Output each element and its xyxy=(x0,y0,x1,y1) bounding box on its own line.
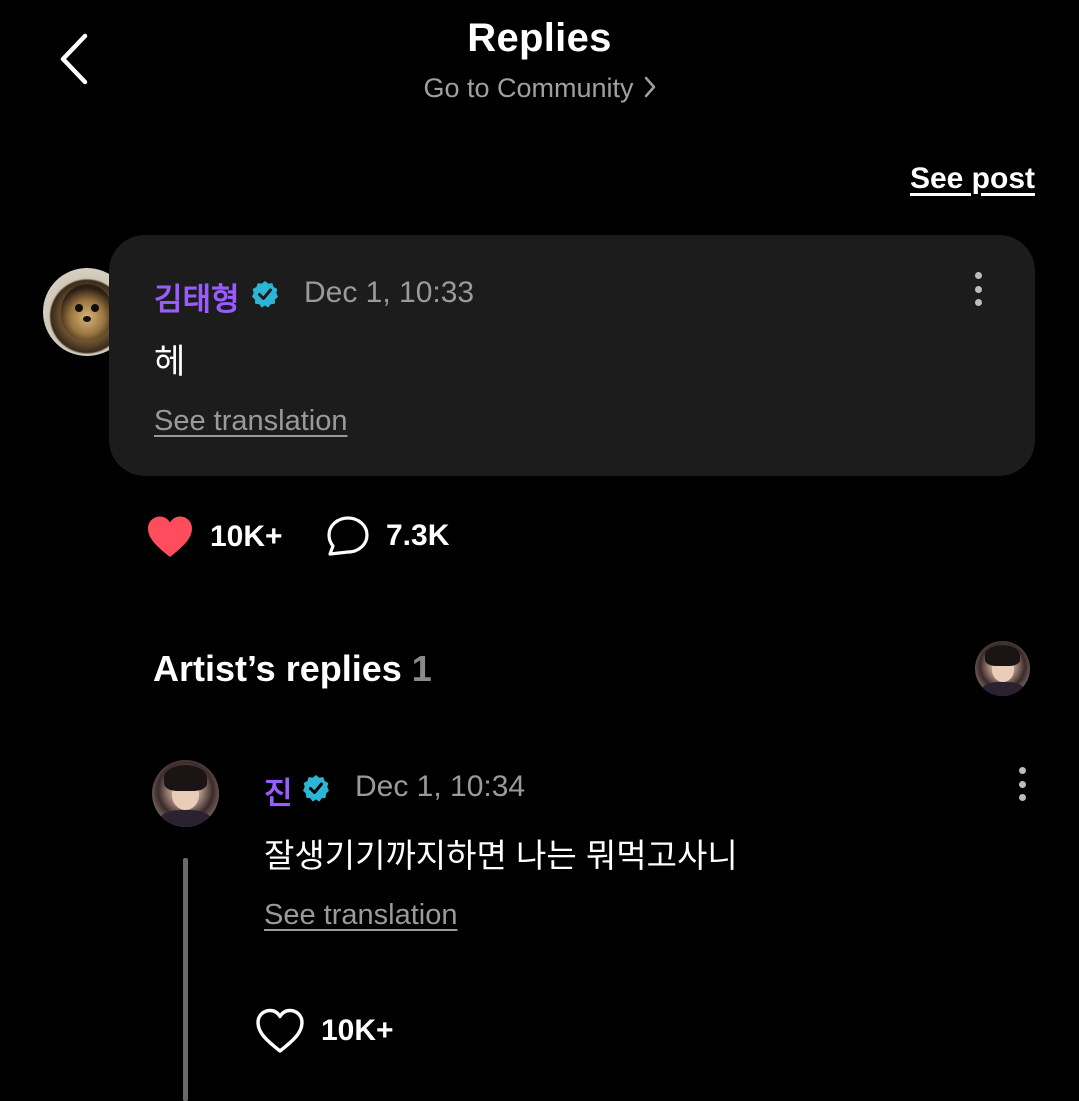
replies-screen: Replies Go to Community See post 김태형 Dec… xyxy=(0,0,1079,1101)
post-timestamp: Dec 1, 10:33 xyxy=(304,276,475,309)
verified-badge-icon xyxy=(302,774,330,802)
page-title: Replies xyxy=(467,16,612,60)
like-button[interactable]: 10K+ xyxy=(146,515,283,559)
avatar[interactable] xyxy=(152,760,219,827)
heart-filled-icon xyxy=(148,516,192,557)
chevron-right-icon xyxy=(644,74,656,105)
post-card xyxy=(109,235,1035,476)
go-to-community-label: Go to Community xyxy=(423,73,634,103)
comment-bubble-icon xyxy=(327,516,369,556)
see-translation-link[interactable]: See translation xyxy=(264,899,457,932)
post-author-name[interactable]: 김태형 xyxy=(154,274,240,319)
reply-count-button[interactable]: 7.3K xyxy=(326,515,449,557)
see-translation-link[interactable]: See translation xyxy=(154,405,347,438)
thread-line xyxy=(183,858,188,1101)
reply-author-name[interactable]: 진 xyxy=(264,768,293,813)
go-to-community-link[interactable]: Go to Community xyxy=(0,73,1079,105)
artist-replies-title: Artist’s replies xyxy=(153,648,402,689)
see-post-link[interactable]: See post xyxy=(910,162,1035,196)
artist-replies-count: 1 xyxy=(411,648,432,689)
reply-timestamp: Dec 1, 10:34 xyxy=(355,770,526,803)
verified-badge-icon xyxy=(251,280,279,308)
more-options-icon[interactable] xyxy=(1012,767,1032,801)
reply-like-count: 10K+ xyxy=(321,1014,394,1047)
reply-count: 7.3K xyxy=(386,519,450,552)
artist-replies-heading: Artist’s replies 1 xyxy=(153,648,432,690)
more-options-icon[interactable] xyxy=(968,272,988,306)
like-count: 10K+ xyxy=(210,520,283,553)
reply-like-button[interactable]: 10K+ xyxy=(255,1008,394,1054)
artist-avatar-small[interactable] xyxy=(975,641,1030,696)
post-body: 헤 xyxy=(154,343,186,381)
reply-body: 잘생기기까지하면 나는 뭐먹고사니 xyxy=(264,837,738,874)
heart-outline-icon xyxy=(256,1008,304,1053)
